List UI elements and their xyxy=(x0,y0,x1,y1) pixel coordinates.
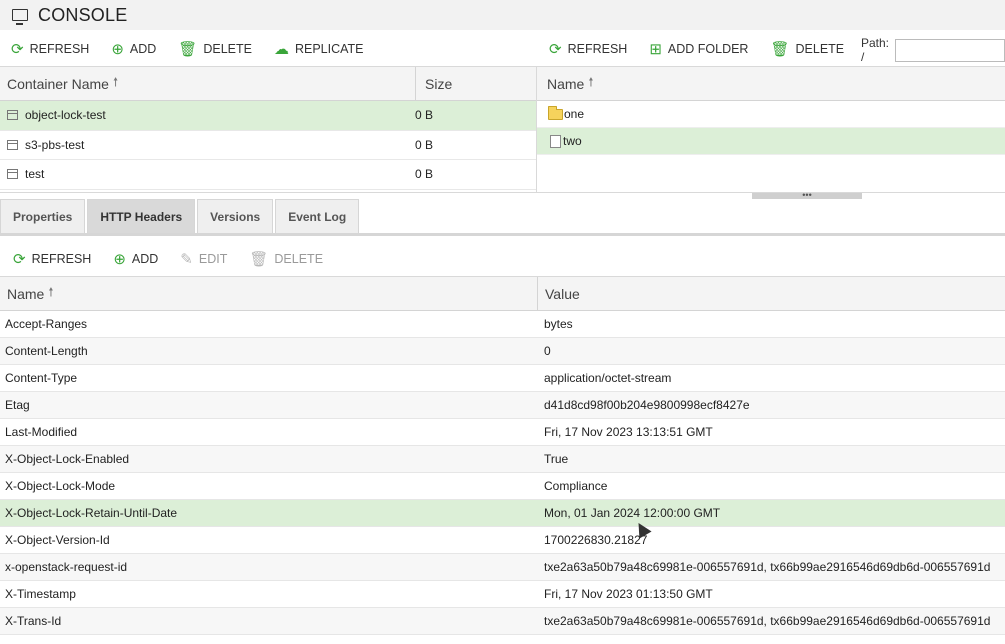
table-row[interactable]: X-Object-Lock-Retain-Until-Date Mon, 01 J… xyxy=(0,500,1005,527)
container-row[interactable]: s3-pbs-test 0 B xyxy=(0,131,536,160)
container-icon xyxy=(7,139,18,150)
tab-http-headers[interactable]: HTTP Headers xyxy=(87,199,196,233)
add-folder-icon: ⊞ xyxy=(649,40,662,58)
column-header-value[interactable]: Value xyxy=(538,277,580,310)
add-header-button[interactable]: ⊕ ADD xyxy=(113,252,158,267)
container-row[interactable]: test 0 B xyxy=(0,160,536,190)
table-row[interactable]: x-openstack-request-id txe2a63a50b79a48c6… xyxy=(0,554,1005,581)
file-icon xyxy=(550,134,561,148)
path-label: Path: / xyxy=(861,36,890,64)
sort-asc-icon: 🠕 xyxy=(588,75,594,89)
add-icon: ⊕ xyxy=(111,40,124,58)
table-row[interactable]: X-Timestamp Fri, 17 Nov 2023 01:13:50 GMT xyxy=(0,581,1005,608)
sort-asc-icon: 🠕 xyxy=(112,75,119,89)
headers-toolbar: ⟳ REFRESH ⊕ ADD ✎ EDIT 🗑︎ DELETE xyxy=(13,242,345,276)
refresh-icon: ⟳ xyxy=(549,40,562,58)
trash-icon: 🗑︎ xyxy=(178,40,198,58)
http-headers-table-header: Name 🠕 Value xyxy=(0,277,1005,311)
tab-properties[interactable]: Properties xyxy=(0,199,86,233)
http-headers-table: Name 🠕 Value Accept-Ranges bytes Content-L… xyxy=(0,276,1005,644)
trash-icon: 🗑︎ xyxy=(249,250,269,268)
path-input[interactable] xyxy=(895,38,1005,62)
add-folder-button[interactable]: ⊞ ADD FOLDER xyxy=(649,42,748,57)
table-row[interactable]: Etag d41d8cd98f00b204e9800998ecf8427e xyxy=(0,392,1005,419)
column-size[interactable]: Size xyxy=(416,67,452,100)
table-row[interactable]: Last-Modified Fri, 17 Nov 2023 13:13:51 G… xyxy=(0,419,1005,446)
edit-header-button[interactable]: ✎ EDIT xyxy=(180,252,227,267)
path-field-group: Path: / xyxy=(861,36,1005,64)
container-icon xyxy=(7,110,18,121)
table-row[interactable]: X-Object-Version-Id 1700226830.21827 xyxy=(0,527,1005,554)
refresh-headers-button[interactable]: ⟳ REFRESH xyxy=(13,252,91,267)
container-row[interactable]: object-lock-test 0 B xyxy=(0,101,536,131)
detail-tabs: Properties HTTP Headers Versions Event L… xyxy=(0,199,1005,236)
container-table-header: Container Name 🠕 Size xyxy=(0,67,536,101)
title-bar: CONSOLE xyxy=(0,0,1005,30)
column-header-name[interactable]: Name 🠕 xyxy=(0,277,538,310)
sort-asc-icon: 🠕 xyxy=(48,285,54,299)
delete-header-button[interactable]: 🗑︎ DELETE xyxy=(249,252,323,267)
tab-versions[interactable]: Versions xyxy=(197,199,274,233)
column-object-name[interactable]: Name 🠕 xyxy=(537,67,594,100)
folder-icon xyxy=(548,105,563,120)
refresh-icon: ⟳ xyxy=(11,40,24,58)
table-row[interactable]: Content-Type application/octet-stream xyxy=(0,365,1005,392)
table-row[interactable]: X-Trans-Id txe2a63a50b79a48c69981e-006557… xyxy=(0,608,1005,635)
column-container-name[interactable]: Container Name 🠕 xyxy=(0,67,416,100)
add-icon: ⊕ xyxy=(113,250,126,268)
table-row[interactable]: Accept-Ranges bytes xyxy=(0,311,1005,338)
object-row[interactable]: one xyxy=(537,101,1005,128)
trash-icon: 🗑︎ xyxy=(770,40,790,58)
object-row[interactable]: two xyxy=(537,128,1005,155)
object-table: Name 🠕 one two xyxy=(536,66,1005,193)
pencil-icon: ✎ xyxy=(180,250,193,268)
refresh-icon: ⟳ xyxy=(13,250,26,268)
monitor-icon xyxy=(12,9,28,25)
add-button[interactable]: ⊕ ADD xyxy=(111,42,156,57)
container-toolbar: ⟳ REFRESH ⊕ ADD 🗑︎ DELETE ☁ REPLICATE xyxy=(11,32,386,66)
object-toolbar: ⟳ REFRESH ⊞ ADD FOLDER 🗑︎ DELETE xyxy=(549,32,866,66)
table-row[interactable]: X-Object-Lock-Enabled True xyxy=(0,446,1005,473)
container-icon xyxy=(7,169,18,180)
container-table: Container Name 🠕 Size object-lock-test 0 … xyxy=(0,66,537,193)
table-row[interactable]: X-Object-Lock-Mode Compliance xyxy=(0,473,1005,500)
refresh-button[interactable]: ⟳ REFRESH xyxy=(11,42,89,57)
replicate-button[interactable]: ☁ REPLICATE xyxy=(274,42,364,57)
app-title: CONSOLE xyxy=(38,4,128,25)
refresh-objects-button[interactable]: ⟳ REFRESH xyxy=(549,42,627,57)
object-table-header: Name 🠕 xyxy=(537,67,1005,101)
tab-event-log[interactable]: Event Log xyxy=(275,199,360,233)
cloud-upload-icon: ☁ xyxy=(273,40,289,58)
table-row[interactable]: Content-Length 0 xyxy=(0,338,1005,365)
delete-objects-button[interactable]: 🗑︎ DELETE xyxy=(770,42,844,57)
delete-button[interactable]: 🗑︎ DELETE xyxy=(178,42,252,57)
